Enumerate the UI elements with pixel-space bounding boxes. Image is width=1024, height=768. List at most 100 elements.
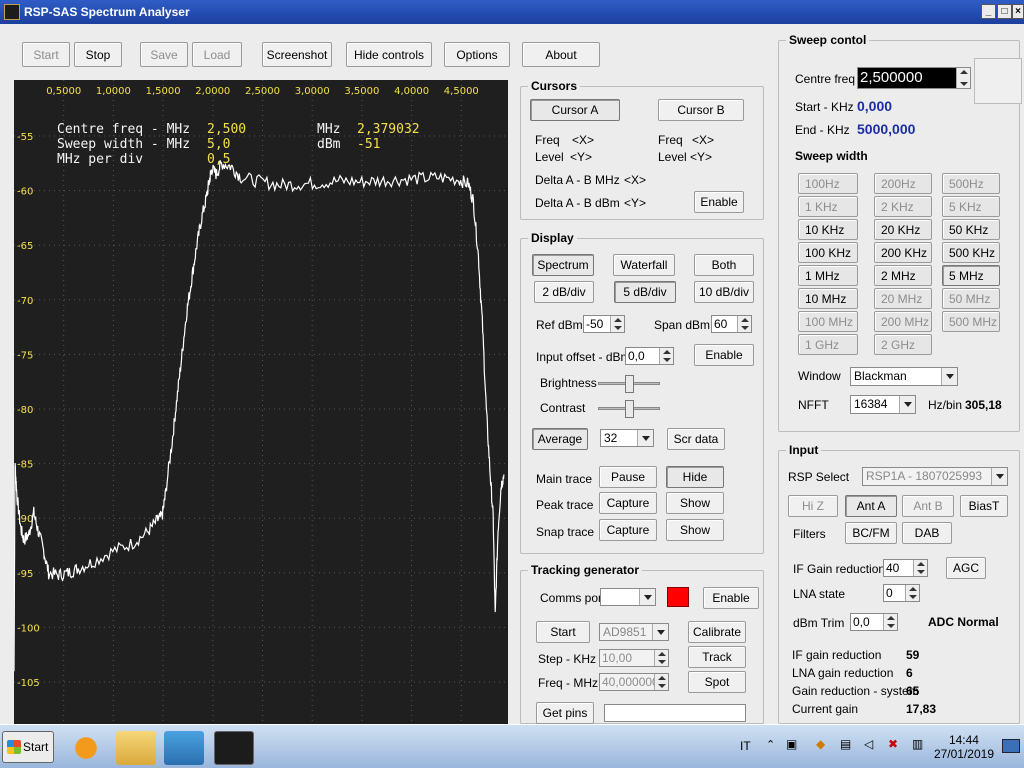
sweep-width-100khz-button[interactable]: 100 KHz <box>798 242 858 263</box>
cursor-enable-button[interactable]: Enable <box>694 191 744 213</box>
both-button[interactable]: Both <box>694 254 754 276</box>
save-button[interactable]: Save <box>140 42 188 67</box>
chip-select[interactable]: AD9851 <box>599 623 669 641</box>
sweep-width-1khz-button[interactable]: 1 KHz <box>798 196 858 217</box>
show-desktop-button[interactable] <box>1002 739 1020 753</box>
sweep-width-100hz-button[interactable]: 100Hz <box>798 173 858 194</box>
display-icon[interactable]: ▥ <box>912 737 923 751</box>
spectrum-button[interactable]: Spectrum <box>532 254 594 276</box>
sweep-width-1ghz-button[interactable]: 1 GHz <box>798 334 858 355</box>
offset-enable-button[interactable]: Enable <box>694 344 754 366</box>
sweep-width-200hz-button[interactable]: 200Hz <box>874 173 932 194</box>
tracking-start-button[interactable]: Start <box>536 621 590 643</box>
snap-capture-button[interactable]: Capture <box>599 519 657 541</box>
options-button[interactable]: Options <box>444 42 510 67</box>
get-pins-button[interactable]: Get pins <box>536 702 594 724</box>
security-icon[interactable]: ▤ <box>840 737 851 751</box>
pins-output-field[interactable] <box>604 704 746 722</box>
screenshot-button[interactable]: Screenshot <box>262 42 332 67</box>
scr-data-button[interactable]: Scr data <box>667 428 725 450</box>
2db-div-button[interactable]: 2 dB/div <box>534 281 594 303</box>
media-player-icon[interactable] <box>66 731 106 765</box>
bc-fm-filter-button[interactable]: BC/FM <box>845 522 897 544</box>
folder-icon[interactable] <box>116 731 156 765</box>
sweep-width-20khz-button[interactable]: 20 KHz <box>874 219 932 240</box>
sweep-width-50mhz-button[interactable]: 50 MHz <box>942 288 1000 309</box>
brightness-slider-handle[interactable] <box>625 375 634 393</box>
clock[interactable]: 14:44 27/01/2019 <box>934 733 994 761</box>
sweep-width-500hz-button[interactable]: 500Hz <box>942 173 1000 194</box>
tracking-enable-button[interactable]: Enable <box>703 587 759 609</box>
ref-dbm-spinner[interactable]: -50 <box>583 315 625 333</box>
peak-show-button[interactable]: Show <box>666 492 724 514</box>
network-icon[interactable]: ▣ <box>786 737 797 751</box>
volume-icon[interactable]: ◁ <box>864 737 873 751</box>
5db-div-button[interactable]: 5 dB/div <box>614 281 676 303</box>
sweep-width-200khz-button[interactable]: 200 KHz <box>874 242 932 263</box>
peak-capture-button[interactable]: Capture <box>599 492 657 514</box>
sweep-width-10mhz-button[interactable]: 10 MHz <box>798 288 858 309</box>
ant-b-button[interactable]: Ant B <box>902 495 954 517</box>
centre-freq-input[interactable]: 2,500000 <box>857 67 971 89</box>
sweep-width-500khz-button[interactable]: 500 KHz <box>942 242 1000 263</box>
hide-controls-button[interactable]: Hide controls <box>346 42 432 67</box>
spectrum-analyser-taskbar-icon[interactable] <box>214 731 254 765</box>
sweep-width-10khz-button[interactable]: 10 KHz <box>798 219 858 240</box>
minimize-button[interactable]: _ <box>981 4 996 19</box>
step-khz-spinner[interactable]: 10,00 <box>599 649 669 667</box>
sweep-width-500mhz-button[interactable]: 500 MHz <box>942 311 1000 332</box>
waterfall-button[interactable]: Waterfall <box>613 254 675 276</box>
calibrate-button[interactable]: Calibrate <box>688 621 746 643</box>
language-indicator[interactable]: IT <box>740 739 751 753</box>
main-hide-button[interactable]: Hide <box>666 466 724 488</box>
sweep-width-200mhz-button[interactable]: 200 MHz <box>874 311 932 332</box>
sweep-width-1mhz-button[interactable]: 1 MHz <box>798 265 858 286</box>
maximize-button[interactable]: □ <box>997 4 1012 19</box>
close-button[interactable]: × <box>1012 4 1024 19</box>
load-button[interactable]: Load <box>192 42 242 67</box>
cursor-a-button[interactable]: Cursor A <box>530 99 620 121</box>
sweep-width-100mhz-button[interactable]: 100 MHz <box>798 311 858 332</box>
if-gain-spinner[interactable]: 40 <box>883 559 928 577</box>
spot-button[interactable]: Spot <box>688 671 746 693</box>
input-offset-spinner[interactable]: 0,0 <box>625 347 674 365</box>
10db-div-button[interactable]: 10 dB/div <box>694 281 754 303</box>
sweep-width-5mhz-button[interactable]: 5 MHz <box>942 265 1000 286</box>
cursor-b-button[interactable]: Cursor B <box>658 99 744 121</box>
ant-a-button[interactable]: Ant A <box>845 495 897 517</box>
spectrum-display[interactable]: -55 -60 -65 -70 -75 -80 -85 -90 -95 -100 -105 0,500… <box>14 80 508 724</box>
snap-show-button[interactable]: Show <box>666 519 724 541</box>
rsp-select[interactable]: RSP1A - 1807025993 <box>862 467 1008 486</box>
sweep-width-2mhz-button[interactable]: 2 MHz <box>874 265 932 286</box>
start-menu-button[interactable]: Start <box>2 731 54 763</box>
stop-button[interactable]: Stop <box>74 42 122 67</box>
lna-state-spinner[interactable]: 0 <box>883 584 920 602</box>
about-button[interactable]: About <box>522 42 600 67</box>
span-dbm-spinner[interactable]: 60 <box>711 315 752 333</box>
y-tick-label: -70 <box>17 296 33 307</box>
main-pause-button[interactable]: Pause <box>599 466 657 488</box>
average-button[interactable]: Average <box>532 428 588 450</box>
contrast-slider-handle[interactable] <box>625 400 634 418</box>
bias-t-button[interactable]: BiasT <box>960 495 1008 517</box>
window-select[interactable]: Blackman <box>850 367 958 386</box>
agc-button[interactable]: AGC <box>946 557 986 579</box>
comms-port-select[interactable] <box>600 588 656 606</box>
dab-filter-button[interactable]: DAB <box>902 522 952 544</box>
freq-mhz-spinner[interactable]: 40,000000 <box>599 673 669 691</box>
tray-expand-icon[interactable]: ⌃ <box>766 738 775 751</box>
dbm-trim-spinner[interactable]: 0,0 <box>850 613 898 631</box>
sweep-width-2ghz-button[interactable]: 2 GHz <box>874 334 932 355</box>
sweep-width-20mhz-button[interactable]: 20 MHz <box>874 288 932 309</box>
update-icon[interactable]: ◆ <box>816 737 825 751</box>
action-center-icon[interactable]: ✖ <box>888 737 898 751</box>
image-viewer-icon[interactable] <box>164 731 204 765</box>
start-button[interactable]: Start <box>22 42 70 67</box>
average-select[interactable]: 32 <box>600 429 654 447</box>
sweep-width-5khz-button[interactable]: 5 KHz <box>942 196 1000 217</box>
sweep-width-50khz-button[interactable]: 50 KHz <box>942 219 1000 240</box>
sweep-width-2khz-button[interactable]: 2 KHz <box>874 196 932 217</box>
track-button[interactable]: Track <box>688 646 746 668</box>
nfft-select[interactable]: 16384 <box>850 395 916 414</box>
hi-z-button[interactable]: Hi Z <box>788 495 838 517</box>
